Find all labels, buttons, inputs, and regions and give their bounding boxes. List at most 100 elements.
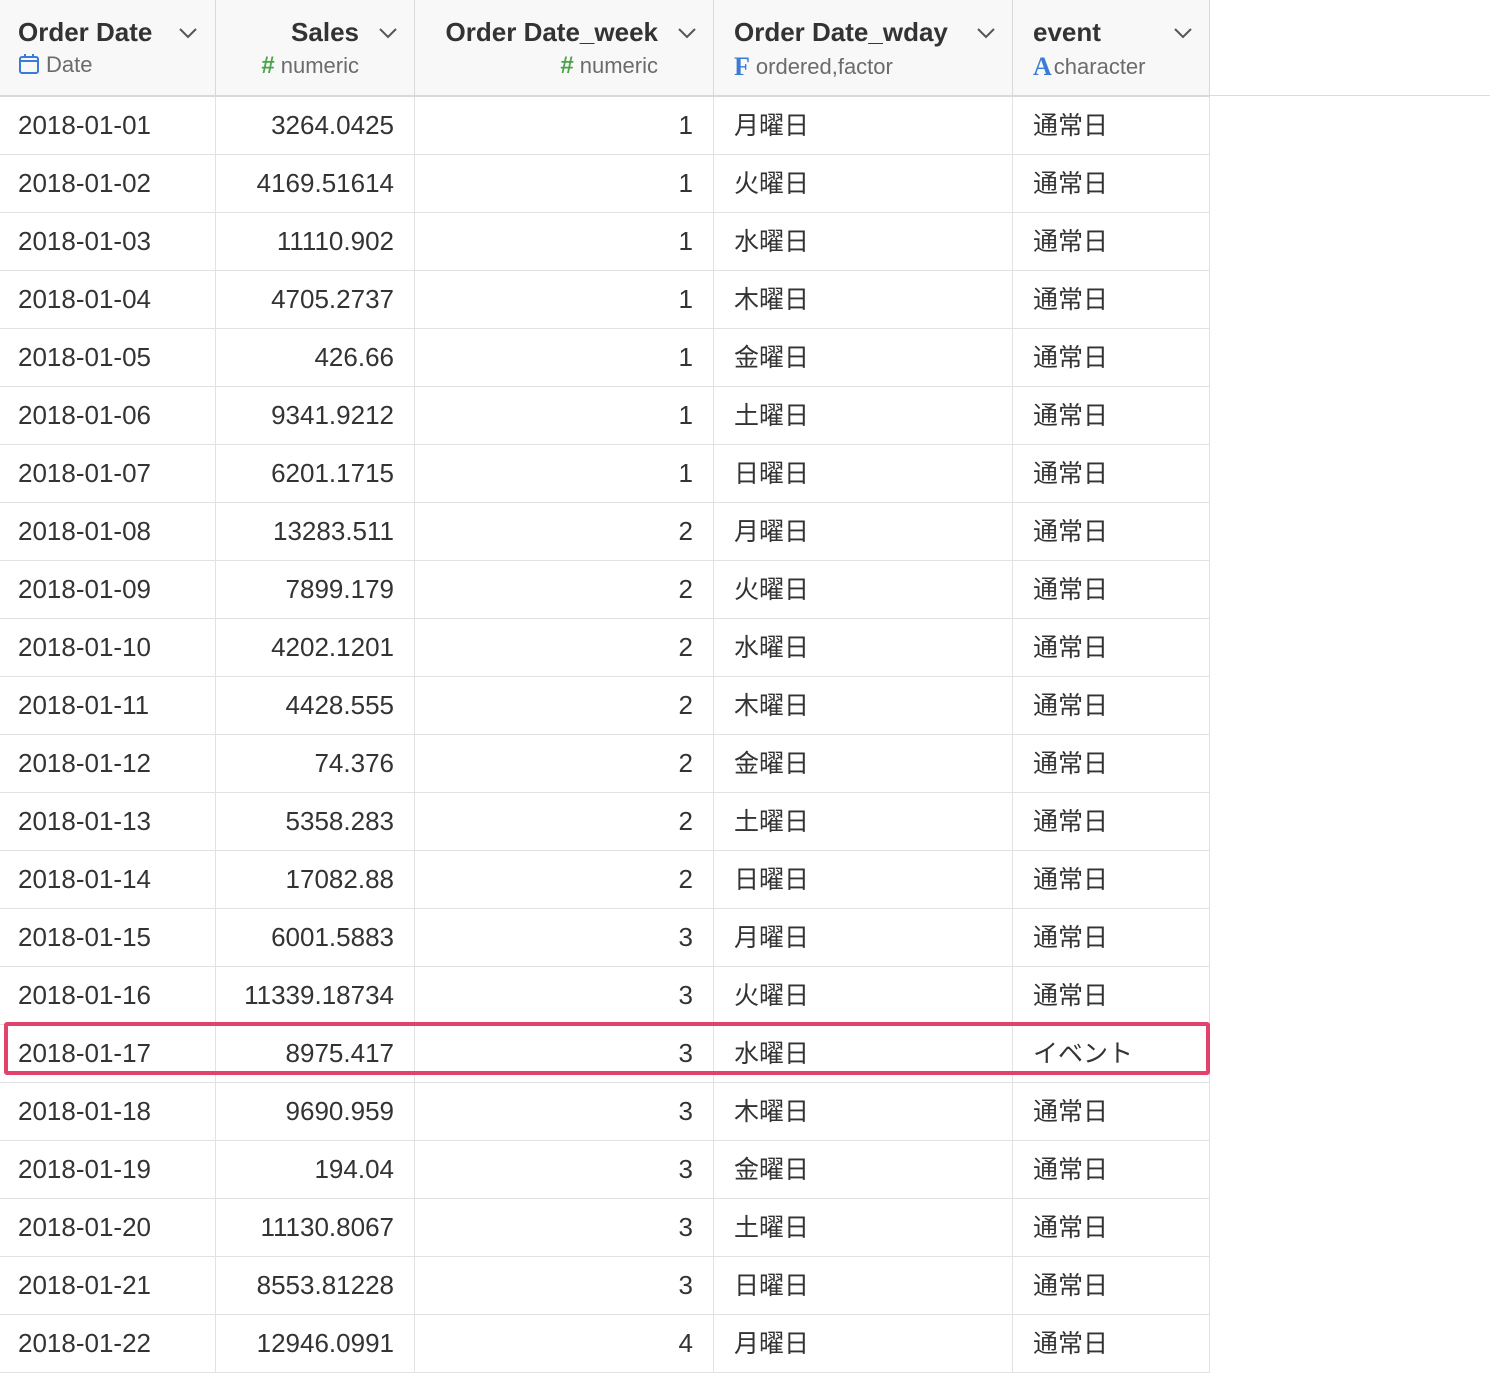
order-date-wday-cell[interactable]: 金曜日 — [714, 1141, 1013, 1198]
chevron-down-icon[interactable] — [677, 26, 697, 40]
event-cell[interactable]: 通常日 — [1013, 619, 1210, 676]
sales-cell[interactable]: 4202.1201 — [216, 619, 415, 676]
order-date-cell[interactable]: 2018-01-09 — [0, 561, 216, 618]
order-date-wday-cell[interactable]: 金曜日 — [714, 735, 1013, 792]
sales-cell[interactable]: 7899.179 — [216, 561, 415, 618]
table-row[interactable]: 2018-01-10 4202.1201 2 水曜日 通常日 — [0, 619, 1210, 677]
order-date-cell[interactable]: 2018-01-19 — [0, 1141, 216, 1198]
table-row[interactable]: 2018-01-13 5358.283 2 土曜日 通常日 — [0, 793, 1210, 851]
sales-cell[interactable]: 6201.1715 — [216, 445, 415, 502]
column-header-order-date-wday[interactable]: Order Date_wday F ordered,factor — [714, 0, 1013, 95]
order-date-week-cell[interactable]: 3 — [415, 1083, 714, 1140]
order-date-week-cell[interactable]: 3 — [415, 1141, 714, 1198]
order-date-wday-cell[interactable]: 土曜日 — [714, 1199, 1013, 1256]
order-date-cell[interactable]: 2018-01-01 — [0, 97, 216, 154]
chevron-down-icon[interactable] — [178, 26, 198, 40]
event-cell[interactable]: 通常日 — [1013, 213, 1210, 270]
order-date-week-cell[interactable]: 2 — [415, 503, 714, 560]
event-cell[interactable]: 通常日 — [1013, 1315, 1210, 1372]
sales-cell[interactable]: 11110.902 — [216, 213, 415, 270]
table-row[interactable]: 2018-01-03 11110.902 1 水曜日 通常日 — [0, 213, 1210, 271]
order-date-week-cell[interactable]: 1 — [415, 97, 714, 154]
event-cell[interactable]: 通常日 — [1013, 735, 1210, 792]
event-cell[interactable]: 通常日 — [1013, 155, 1210, 212]
order-date-cell[interactable]: 2018-01-02 — [0, 155, 216, 212]
order-date-week-cell[interactable]: 2 — [415, 735, 714, 792]
sales-cell[interactable]: 194.04 — [216, 1141, 415, 1198]
order-date-wday-cell[interactable]: 木曜日 — [714, 677, 1013, 734]
sales-cell[interactable]: 426.66 — [216, 329, 415, 386]
sales-cell[interactable]: 4705.2737 — [216, 271, 415, 328]
order-date-week-cell[interactable]: 4 — [415, 1315, 714, 1372]
order-date-cell[interactable]: 2018-01-21 — [0, 1257, 216, 1314]
chevron-down-icon[interactable] — [378, 26, 398, 40]
order-date-wday-cell[interactable]: 火曜日 — [714, 155, 1013, 212]
event-cell[interactable]: 通常日 — [1013, 387, 1210, 444]
chevron-down-icon[interactable] — [976, 26, 996, 40]
order-date-cell[interactable]: 2018-01-06 — [0, 387, 216, 444]
table-row[interactable]: 2018-01-07 6201.1715 1 日曜日 通常日 — [0, 445, 1210, 503]
sales-cell[interactable]: 6001.5883 — [216, 909, 415, 966]
sales-cell[interactable]: 4169.51614 — [216, 155, 415, 212]
table-row[interactable]: 2018-01-08 13283.511 2 月曜日 通常日 — [0, 503, 1210, 561]
order-date-cell[interactable]: 2018-01-04 — [0, 271, 216, 328]
event-cell[interactable]: イベント — [1013, 1025, 1210, 1082]
order-date-wday-cell[interactable]: 火曜日 — [714, 561, 1013, 618]
order-date-cell[interactable]: 2018-01-16 — [0, 967, 216, 1024]
chevron-down-icon[interactable] — [1173, 26, 1193, 40]
table-row[interactable]: 2018-01-02 4169.51614 1 火曜日 通常日 — [0, 155, 1210, 213]
sales-cell[interactable]: 74.376 — [216, 735, 415, 792]
order-date-wday-cell[interactable]: 月曜日 — [714, 503, 1013, 560]
order-date-cell[interactable]: 2018-01-11 — [0, 677, 216, 734]
order-date-wday-cell[interactable]: 月曜日 — [714, 97, 1013, 154]
order-date-week-cell[interactable]: 1 — [415, 445, 714, 502]
order-date-week-cell[interactable]: 3 — [415, 1199, 714, 1256]
table-row[interactable]: 2018-01-12 74.376 2 金曜日 通常日 — [0, 735, 1210, 793]
table-row[interactable]: 2018-01-16 11339.18734 3 火曜日 通常日 — [0, 967, 1210, 1025]
event-cell[interactable]: 通常日 — [1013, 1199, 1210, 1256]
event-cell[interactable]: 通常日 — [1013, 1257, 1210, 1314]
event-cell[interactable]: 通常日 — [1013, 677, 1210, 734]
column-header-event[interactable]: event A character — [1013, 0, 1210, 95]
order-date-wday-cell[interactable]: 日曜日 — [714, 851, 1013, 908]
order-date-wday-cell[interactable]: 月曜日 — [714, 1315, 1013, 1372]
event-cell[interactable]: 通常日 — [1013, 329, 1210, 386]
column-header-order-date-week[interactable]: Order Date_week # numeric — [415, 0, 714, 95]
order-date-cell[interactable]: 2018-01-07 — [0, 445, 216, 502]
order-date-wday-cell[interactable]: 木曜日 — [714, 271, 1013, 328]
order-date-wday-cell[interactable]: 水曜日 — [714, 1025, 1013, 1082]
order-date-cell[interactable]: 2018-01-17 — [0, 1025, 216, 1082]
event-cell[interactable]: 通常日 — [1013, 561, 1210, 618]
order-date-wday-cell[interactable]: 水曜日 — [714, 213, 1013, 270]
event-cell[interactable]: 通常日 — [1013, 967, 1210, 1024]
table-row[interactable]: 2018-01-05 426.66 1 金曜日 通常日 — [0, 329, 1210, 387]
table-row[interactable]: 2018-01-06 9341.9212 1 土曜日 通常日 — [0, 387, 1210, 445]
order-date-cell[interactable]: 2018-01-20 — [0, 1199, 216, 1256]
table-row-highlighted[interactable]: 2018-01-17 8975.417 3 水曜日 イベント — [0, 1025, 1210, 1083]
event-cell[interactable]: 通常日 — [1013, 1141, 1210, 1198]
order-date-cell[interactable]: 2018-01-13 — [0, 793, 216, 850]
table-row[interactable]: 2018-01-21 8553.81228 3 日曜日 通常日 — [0, 1257, 1210, 1315]
order-date-cell[interactable]: 2018-01-05 — [0, 329, 216, 386]
table-row[interactable]: 2018-01-18 9690.959 3 木曜日 通常日 — [0, 1083, 1210, 1141]
order-date-cell[interactable]: 2018-01-22 — [0, 1315, 216, 1372]
order-date-week-cell[interactable]: 1 — [415, 329, 714, 386]
event-cell[interactable]: 通常日 — [1013, 445, 1210, 502]
sales-cell[interactable]: 13283.511 — [216, 503, 415, 560]
event-cell[interactable]: 通常日 — [1013, 1083, 1210, 1140]
order-date-week-cell[interactable]: 3 — [415, 1257, 714, 1314]
order-date-week-cell[interactable]: 2 — [415, 851, 714, 908]
order-date-week-cell[interactable]: 3 — [415, 909, 714, 966]
event-cell[interactable]: 通常日 — [1013, 97, 1210, 154]
order-date-wday-cell[interactable]: 土曜日 — [714, 387, 1013, 444]
sales-cell[interactable]: 4428.555 — [216, 677, 415, 734]
order-date-wday-cell[interactable]: 金曜日 — [714, 329, 1013, 386]
table-row[interactable]: 2018-01-19 194.04 3 金曜日 通常日 — [0, 1141, 1210, 1199]
order-date-week-cell[interactable]: 1 — [415, 155, 714, 212]
order-date-wday-cell[interactable]: 水曜日 — [714, 619, 1013, 676]
table-row[interactable]: 2018-01-04 4705.2737 1 木曜日 通常日 — [0, 271, 1210, 329]
order-date-cell[interactable]: 2018-01-14 — [0, 851, 216, 908]
sales-cell[interactable]: 9690.959 — [216, 1083, 415, 1140]
order-date-week-cell[interactable]: 2 — [415, 793, 714, 850]
sales-cell[interactable]: 5358.283 — [216, 793, 415, 850]
